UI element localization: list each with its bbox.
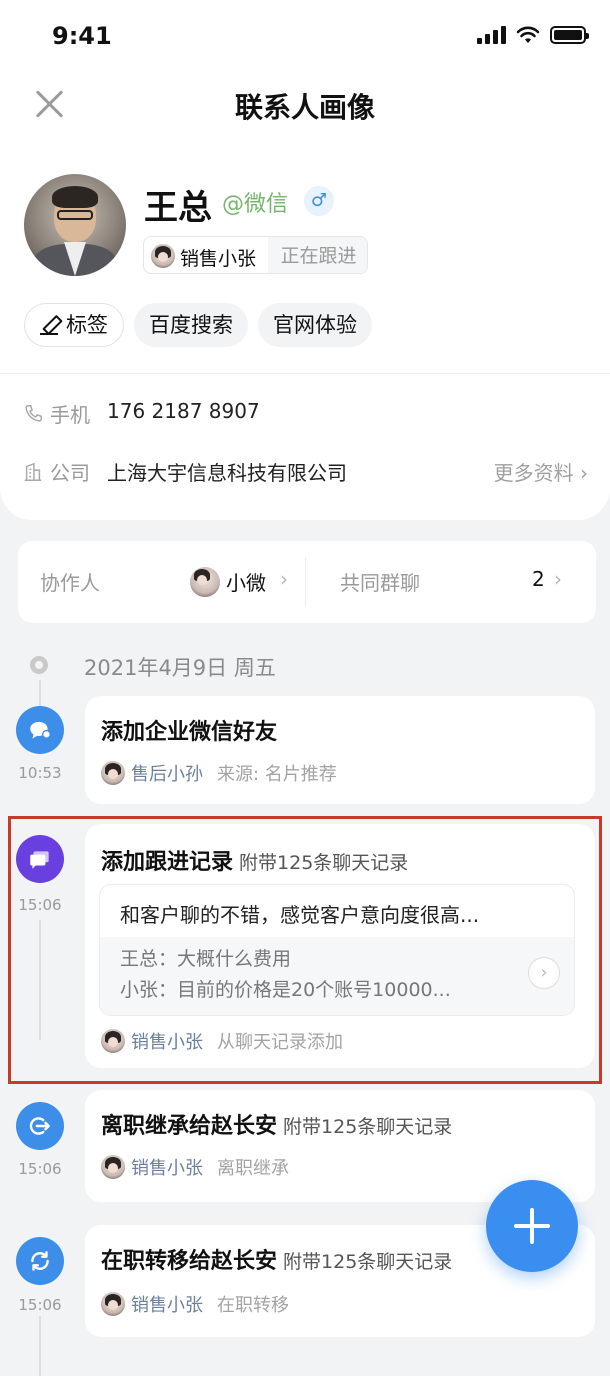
phone-row[interactable]: 手机 176 2187 8907 (22, 399, 588, 429)
highlight-frame (8, 816, 602, 1084)
building-icon (22, 461, 44, 483)
nav-bar: 联系人画像 (0, 80, 610, 130)
contact-avatar[interactable] (24, 174, 126, 276)
event-meta: 售后小孙 来源: 名片推荐 (101, 760, 337, 786)
event-subtitle: 附带125条聊天记录 (283, 1251, 453, 1273)
collaborator-label: 协作人 (40, 571, 100, 595)
chat-bubble-icon (16, 706, 64, 754)
event-source: 来源: 名片推荐 (217, 764, 337, 785)
event-source: 离职继承 (217, 1158, 289, 1179)
collaborator-name[interactable]: 小微 (226, 567, 266, 596)
page-title: 联系人画像 (234, 91, 375, 124)
phone-label: 手机 (50, 403, 90, 427)
status-icons (477, 26, 589, 44)
divider (0, 373, 610, 374)
pencil-icon (40, 315, 60, 335)
event-time: 10:53 (18, 764, 62, 782)
tags-row: 标签 百度搜索 官网体验 (24, 303, 372, 347)
event-actor[interactable]: 销售小张 (131, 1291, 203, 1317)
event-time: 15:06 (18, 1296, 62, 1314)
tag-chip[interactable]: 百度搜索 (134, 303, 248, 347)
male-icon: ♂ (304, 186, 334, 216)
phone-icon (22, 403, 44, 425)
group-chat-count[interactable]: 2 (532, 567, 545, 591)
timeline-line (39, 1316, 41, 1376)
timeline-date: 2021年4月9日 周五 (84, 656, 276, 680)
more-info-link[interactable]: 更多资料 › (494, 457, 588, 486)
actor-avatar (101, 1292, 125, 1316)
owner-chip[interactable]: 销售小张 正在跟进 (143, 236, 368, 274)
contact-source: @微信 (222, 192, 289, 217)
event-subtitle: 附带125条聊天记录 (283, 1116, 453, 1138)
event-time: 15:06 (18, 1160, 62, 1178)
owner-name: 销售小张 (180, 248, 257, 270)
event-title: 离职继承给赵长安 附带125条聊天记录 (101, 1114, 453, 1139)
event-title: 在职转移给赵长安 附带125条聊天记录 (101, 1249, 453, 1274)
actor-avatar (101, 761, 125, 785)
group-chat-label: 共同群聊 (340, 571, 420, 595)
contact-name: 王总 (144, 188, 212, 228)
add-button[interactable] (486, 1180, 578, 1272)
transfer-icon (16, 1237, 64, 1285)
collaborator-avatar (190, 567, 220, 597)
chevron-right-icon[interactable]: › (554, 567, 562, 591)
event-meta: 销售小张 在职转移 (101, 1291, 289, 1317)
event-actor[interactable]: 售后小孙 (131, 760, 203, 786)
event-title: 添加企业微信好友 (101, 720, 278, 745)
edit-tags-button[interactable]: 标签 (24, 303, 124, 347)
phone-value: 176 2187 8907 (107, 399, 260, 423)
collaboration-card: 协作人 小微 › 共同群聊 2 › (18, 541, 596, 623)
event-source: 在职转移 (217, 1295, 289, 1316)
company-label: 公司 (50, 461, 90, 485)
signal-icon (477, 26, 506, 44)
wifi-icon (516, 26, 540, 43)
timeline-event-card[interactable]: 添加企业微信好友 售后小孙 来源: 名片推荐 (85, 696, 595, 804)
status-time: 9:41 (52, 22, 112, 50)
event-meta: 销售小张 离职继承 (101, 1154, 289, 1180)
actor-avatar (101, 1155, 125, 1179)
company-value: 上海大宇信息科技有限公司 (107, 461, 347, 485)
timeline-date-dot (30, 656, 48, 674)
company-row[interactable]: 公司 上海大宇信息科技有限公司 更多资料 › (22, 457, 588, 487)
status-bar: 9:41 (0, 0, 610, 70)
tag-chip[interactable]: 官网体验 (258, 303, 372, 347)
divider (305, 557, 306, 607)
profile-header-panel: 9:41 联系人画像 王总 @微信 ♂ 销售小张 正在跟进 标签 百度搜索 官网… (0, 0, 610, 520)
edit-tags-label: 标签 (66, 313, 108, 337)
battery-icon (550, 26, 589, 44)
event-actor[interactable]: 销售小张 (131, 1154, 203, 1180)
owner-status: 正在跟进 (268, 237, 367, 273)
exit-icon (16, 1102, 64, 1150)
chevron-right-icon[interactable]: › (280, 567, 288, 591)
owner-avatar (151, 244, 175, 268)
